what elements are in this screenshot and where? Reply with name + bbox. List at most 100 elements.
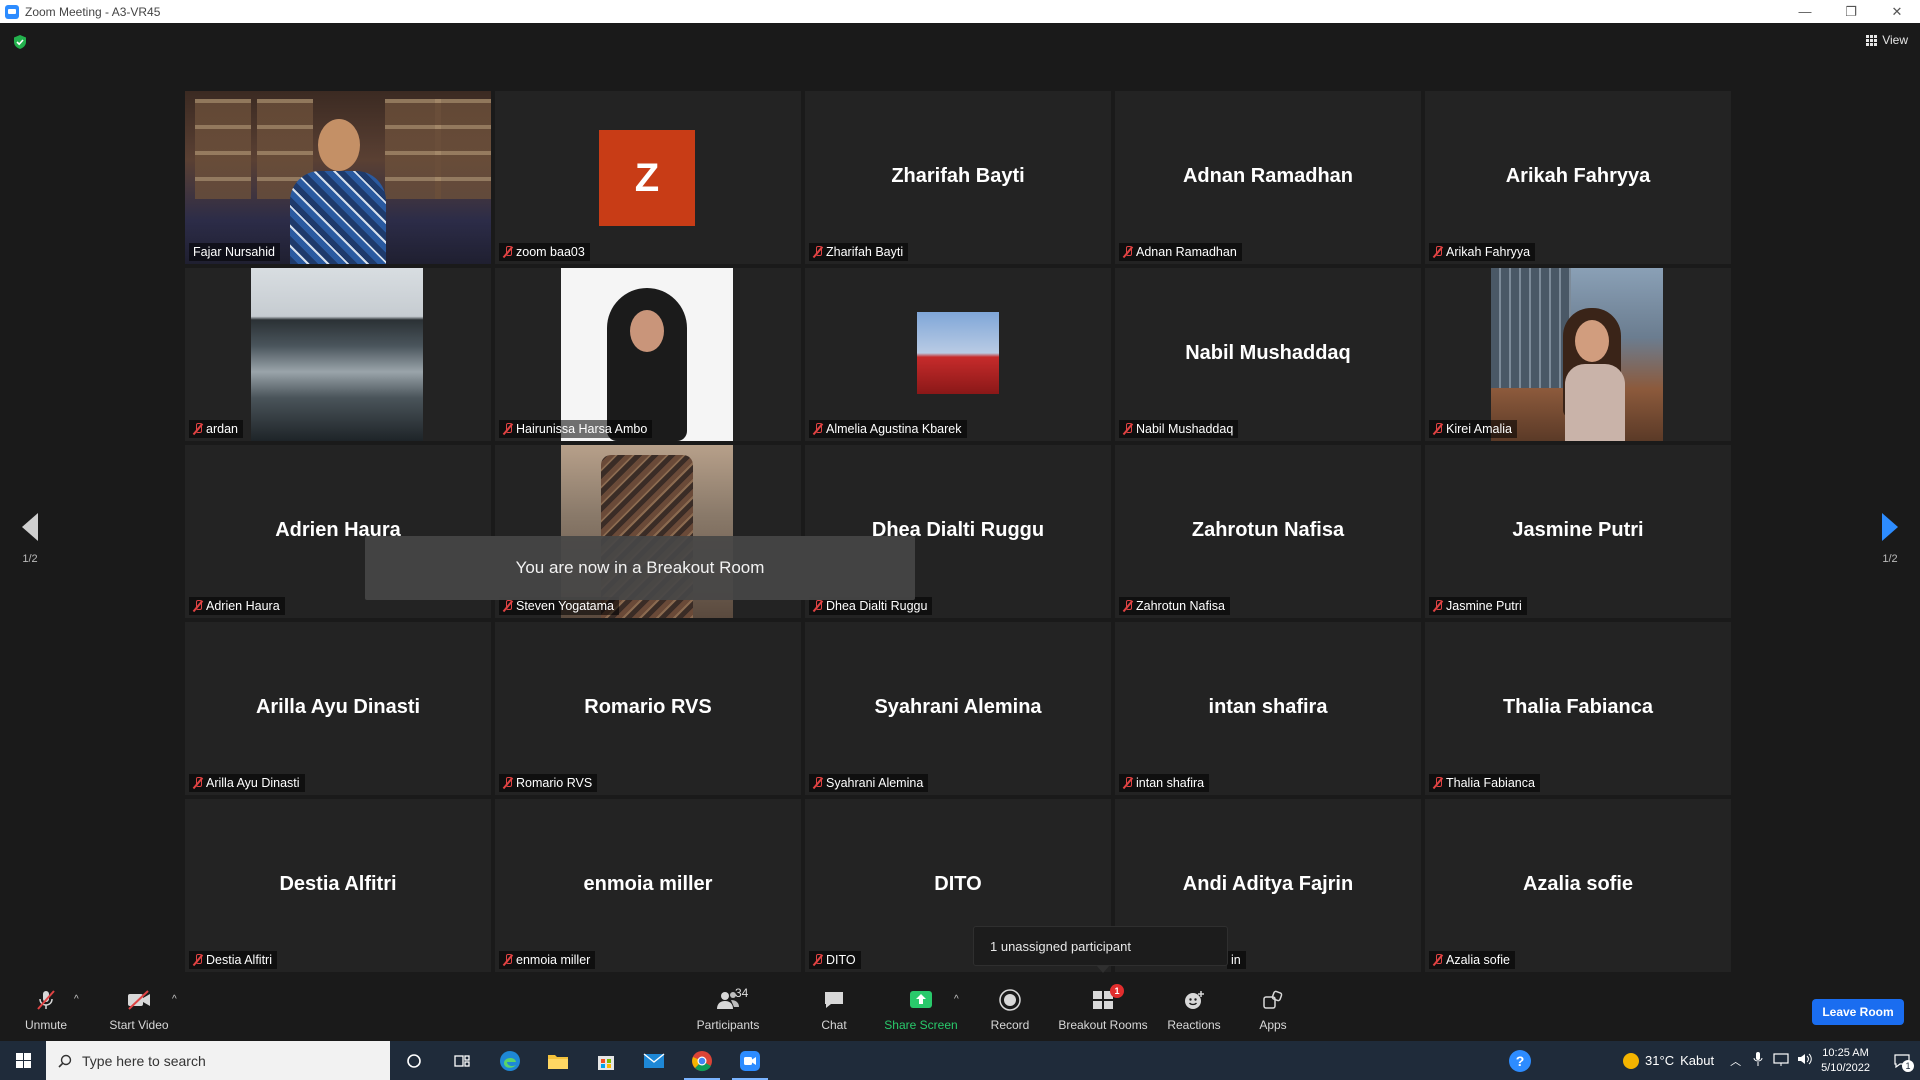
view-label: View [1882, 33, 1908, 47]
mic-muted-icon [1123, 246, 1133, 258]
record-button[interactable]: Record [986, 980, 1034, 1041]
share-screen-button[interactable]: Share Screen [884, 980, 958, 1041]
close-button[interactable]: ✕ [1874, 0, 1920, 23]
participant-tile[interactable]: ardan [185, 268, 491, 441]
restore-button[interactable]: ❐ [1828, 0, 1874, 23]
participant-photo [251, 268, 423, 441]
weather-description[interactable]: Kabut [1680, 1053, 1714, 1068]
mic-muted-icon [503, 600, 513, 612]
participant-name-label: Zharifah Bayti [809, 243, 909, 261]
participant-tile[interactable]: Arikah Fahryya Arikah Fahryya [1425, 91, 1731, 264]
mic-muted-icon [813, 777, 823, 789]
unmute-button[interactable]: Unmute [22, 980, 70, 1041]
audio-options-caret[interactable]: ^ [74, 994, 79, 1005]
video-options-caret[interactable]: ^ [172, 994, 177, 1005]
taskbar-zoom[interactable] [726, 1041, 774, 1080]
participant-tile[interactable]: intan shafira intan shafira [1115, 622, 1421, 795]
microphone-tray-icon[interactable] [1753, 1052, 1763, 1069]
participant-display-name: Jasmine Putri [1512, 519, 1644, 541]
reactions-button[interactable]: Reactions [1166, 980, 1222, 1041]
apps-icon [1260, 988, 1286, 1012]
zoom-app-icon [5, 4, 19, 19]
task-view-button[interactable] [438, 1041, 486, 1080]
taskbar-mail[interactable] [630, 1041, 678, 1080]
participant-name-label: enmoia miller [499, 951, 596, 969]
view-button[interactable]: View [1866, 33, 1908, 47]
help-icon[interactable]: ? [1509, 1049, 1532, 1072]
volume-icon[interactable] [1797, 1052, 1813, 1069]
mic-muted-icon [503, 246, 513, 258]
participant-tile[interactable]: Zahrotun Nafisa Zahrotun Nafisa [1115, 445, 1421, 618]
window-controls: — ❐ ✕ [1782, 0, 1920, 23]
participant-tile[interactable]: enmoia miller enmoia miller [495, 799, 801, 972]
zoom-icon [740, 1050, 760, 1071]
notifications-button[interactable]: 1 [1884, 1041, 1920, 1080]
participant-display-name: intan shafira [1208, 696, 1328, 718]
participants-count: 34 [735, 986, 749, 1000]
participant-display-name: Adnan Ramadhan [1182, 165, 1354, 187]
meeting-toolbar: Unmute ^ Start Video ^ 34 Participants C… [0, 980, 1920, 1041]
participant-display-name: Azalia sofie [1522, 873, 1634, 895]
mic-muted-icon [503, 777, 513, 789]
taskbar-clock[interactable]: 10:25 AM 5/10/2022 [1821, 1046, 1870, 1076]
breakout-rooms-badge: 1 [1110, 984, 1124, 998]
network-icon[interactable] [1773, 1052, 1789, 1069]
taskbar-edge[interactable] [486, 1041, 534, 1080]
taskbar-search-box[interactable]: Type here to search [46, 1041, 390, 1080]
participant-tile[interactable]: Azalia sofie Azalia sofie [1425, 799, 1731, 972]
participant-tile[interactable]: Jasmine Putri Jasmine Putri [1425, 445, 1731, 618]
apps-button[interactable]: Apps [1250, 980, 1296, 1041]
participant-display-name: Nabil Mushaddaq [1185, 342, 1351, 364]
grid-view-icon [1866, 34, 1878, 46]
chat-icon [821, 988, 847, 1012]
participant-tile[interactable]: Nabil Mushaddaq Nabil Mushaddaq [1115, 268, 1421, 441]
participant-tile[interactable]: Almelia Agustina Kbarek [805, 268, 1111, 441]
participant-name-label: ardan [189, 420, 243, 438]
participant-tile[interactable]: Arilla Ayu Dinasti Arilla Ayu Dinasti [185, 622, 491, 795]
search-placeholder: Type here to search [82, 1052, 206, 1069]
participants-button[interactable]: 34 Participants [690, 980, 766, 1041]
participant-display-name: Zahrotun Nafisa [1191, 519, 1345, 541]
participant-display-name: DITO [934, 873, 982, 895]
participant-tile[interactable]: Kirei Amalia [1425, 268, 1731, 441]
previous-page-button[interactable]: 1/2 [15, 513, 45, 565]
participant-name-label: Thalia Fabianca [1429, 774, 1540, 792]
share-options-caret[interactable]: ^ [954, 994, 959, 1005]
participant-tile[interactable]: Syahrani Alemina Syahrani Alemina [805, 622, 1111, 795]
participant-tile[interactable]: Z zoom baa03 [495, 91, 801, 264]
mic-muted-icon [193, 423, 203, 435]
participant-tile[interactable]: Romario RVS Romario RVS [495, 622, 801, 795]
participant-name-label: zoom baa03 [499, 243, 590, 261]
participant-name-label: in [1227, 951, 1246, 969]
cortana-button[interactable] [390, 1041, 438, 1080]
weather-temperature[interactable]: 31°C [1645, 1053, 1674, 1068]
chevron-up-icon[interactable]: ︿ [1730, 1053, 1741, 1069]
next-page-button[interactable]: 1/2 [1875, 513, 1905, 565]
taskbar-chrome[interactable] [678, 1041, 726, 1080]
security-shield-icon[interactable] [12, 34, 28, 50]
participant-name-label: Arilla Ayu Dinasti [189, 774, 305, 792]
participant-tile[interactable]: Thalia Fabianca Thalia Fabianca [1425, 622, 1731, 795]
weather-sun-icon [1623, 1052, 1640, 1069]
participant-name-label: Zahrotun Nafisa [1119, 597, 1230, 615]
participant-tile[interactable]: Destia Alfitri Destia Alfitri [185, 799, 491, 972]
participant-name-label: intan shafira [1119, 774, 1210, 792]
chrome-browser-icon [692, 1050, 712, 1071]
participant-display-name: Syahrani Alemina [874, 696, 1042, 718]
minimize-button[interactable]: — [1782, 0, 1828, 23]
start-video-button[interactable]: Start Video [105, 980, 173, 1041]
taskbar-file-explorer[interactable] [534, 1041, 582, 1080]
participant-tile[interactable]: Fajar Nursahid [185, 91, 491, 264]
participant-name-label: Adrien Haura [189, 597, 285, 615]
taskbar-store[interactable] [582, 1041, 630, 1080]
leave-room-button[interactable]: Leave Room [1812, 999, 1904, 1025]
participant-tile[interactable]: Adnan Ramadhan Adnan Ramadhan [1115, 91, 1421, 264]
mic-muted-icon [1123, 777, 1133, 789]
breakout-rooms-button[interactable]: 1 Breakout Rooms [1058, 980, 1148, 1041]
participant-tile[interactable]: Hairunissa Harsa Ambo [495, 268, 801, 441]
search-icon [58, 1054, 72, 1068]
participant-tile[interactable]: Zharifah Bayti Zharifah Bayti [805, 91, 1111, 264]
participant-display-name: Romario RVS [584, 696, 712, 718]
start-button[interactable] [0, 1041, 46, 1080]
chat-button[interactable]: Chat [810, 980, 858, 1041]
